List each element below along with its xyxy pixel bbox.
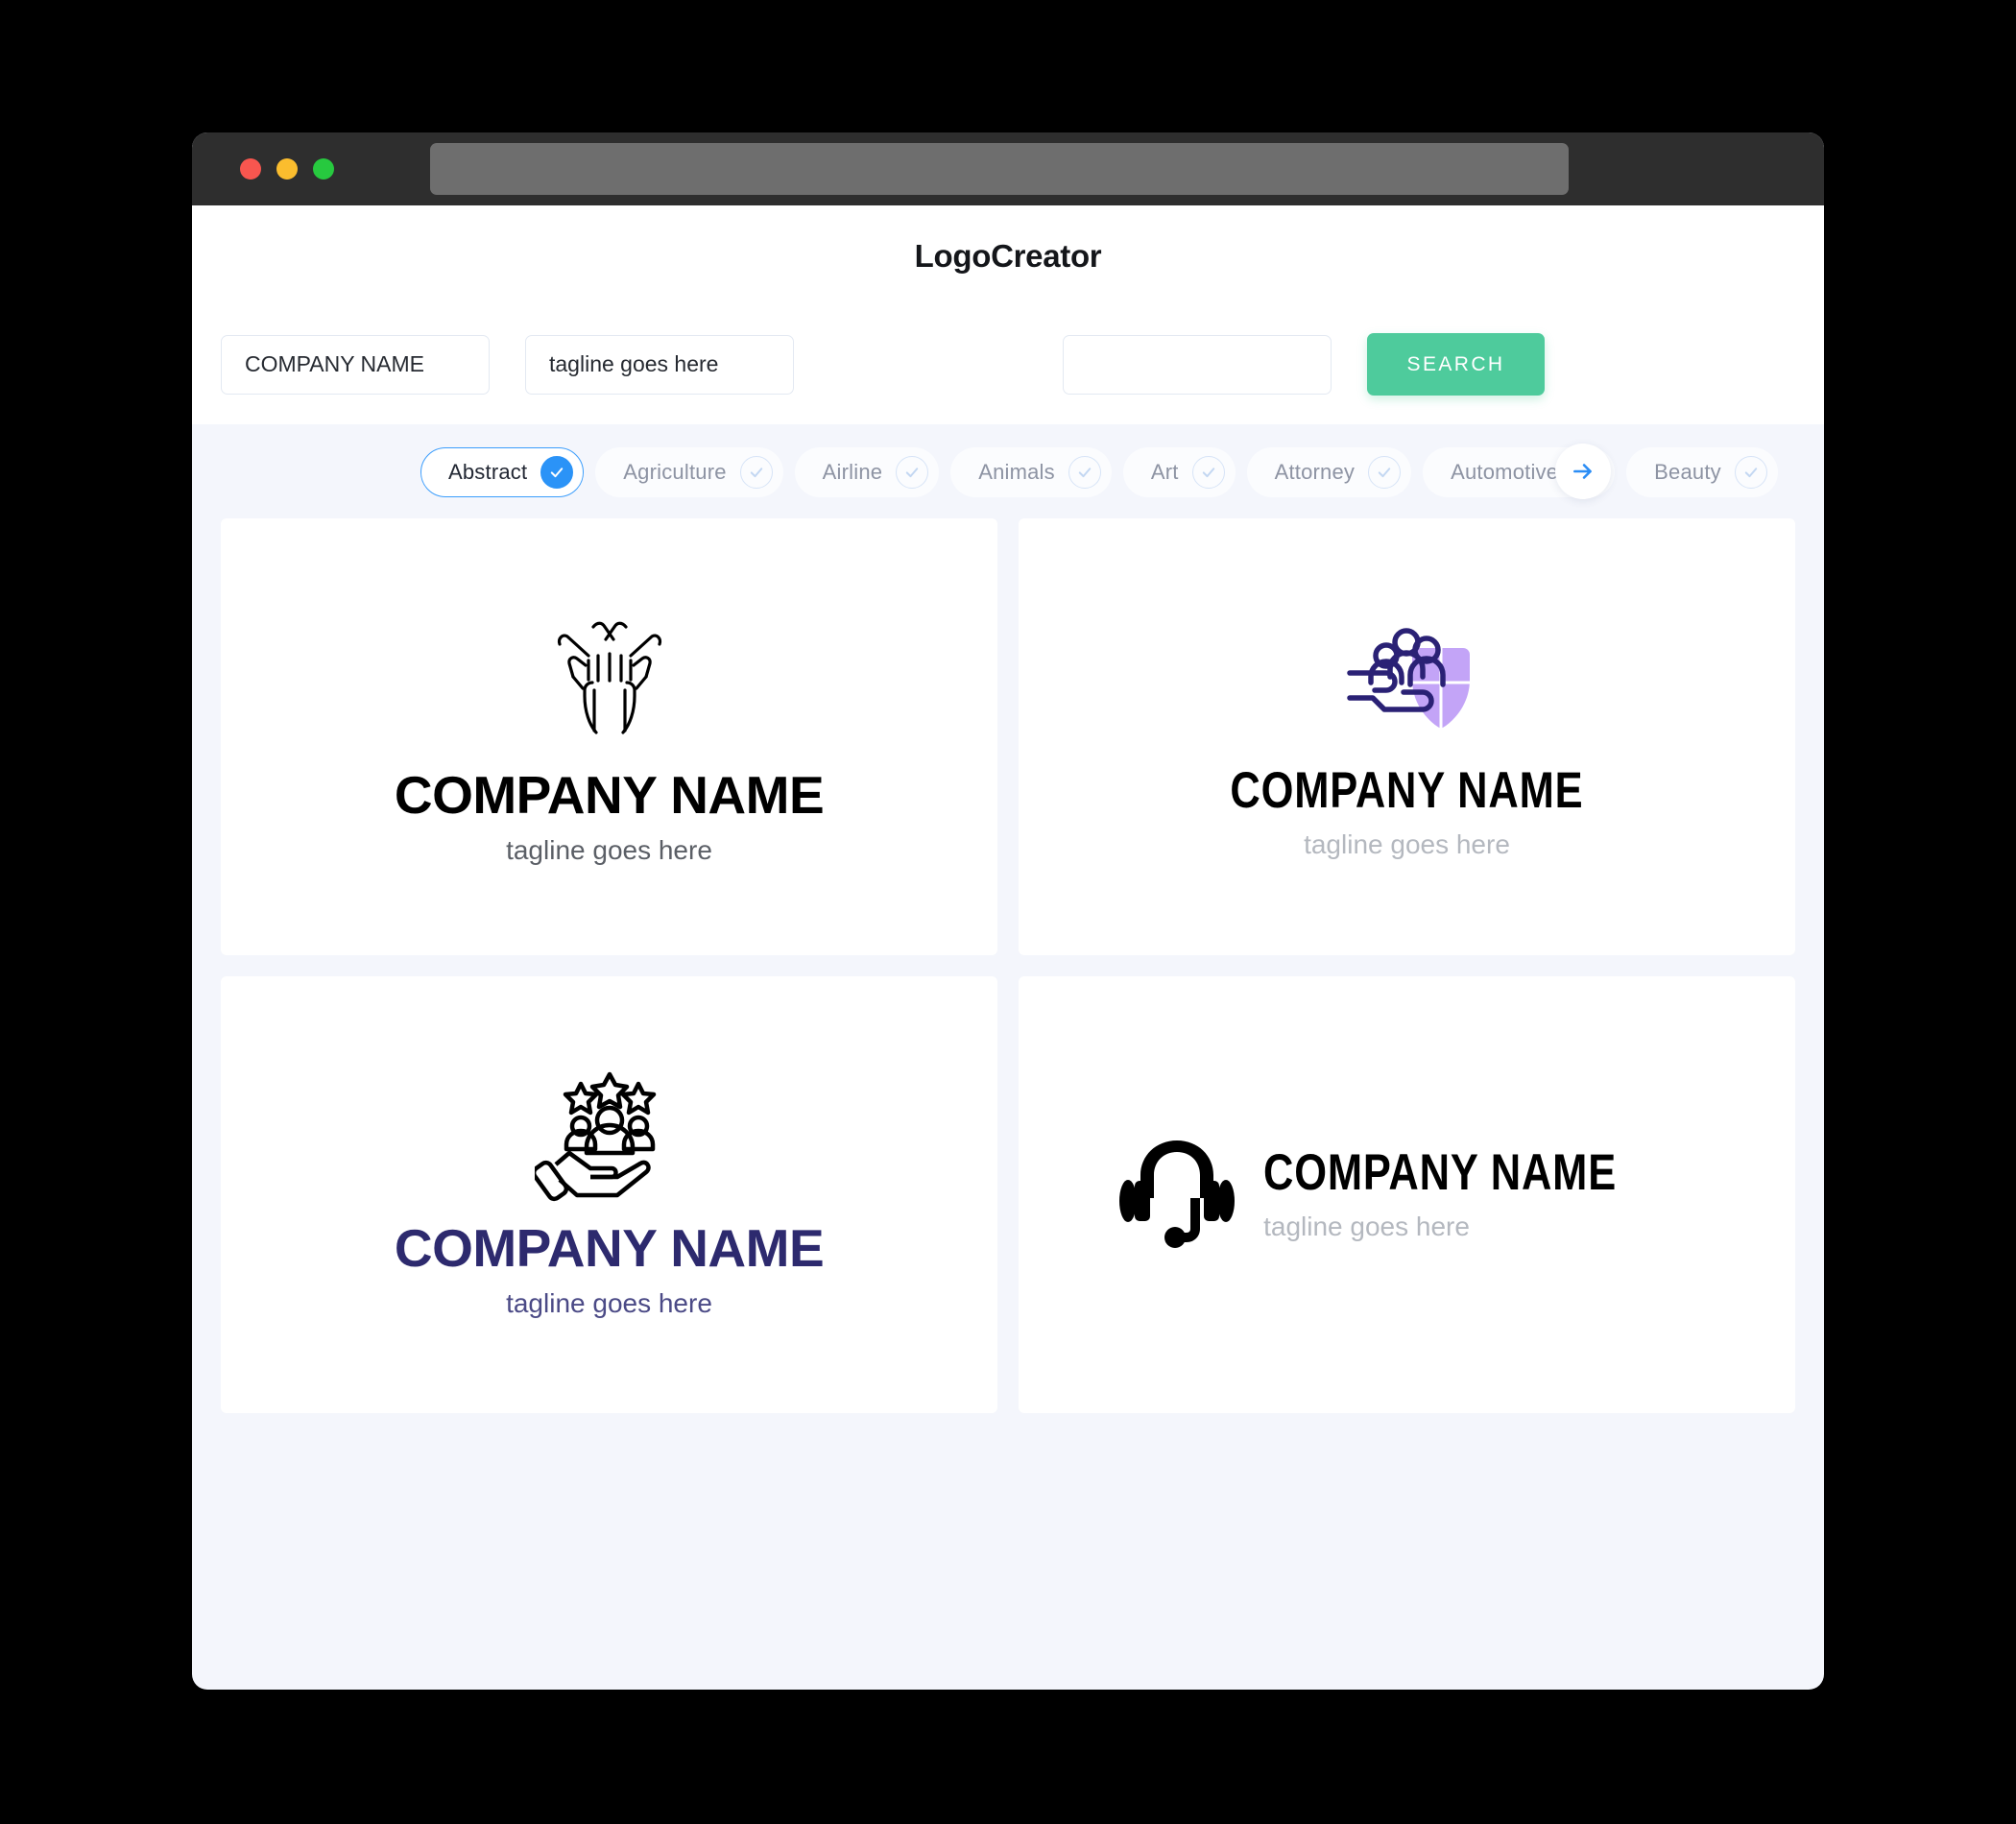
search-toolbar: SEARCH: [192, 306, 1824, 424]
maximize-window-icon[interactable]: [313, 158, 334, 180]
check-icon: [1068, 456, 1101, 489]
category-chip-agriculture[interactable]: Agriculture: [595, 447, 783, 497]
logo-tagline: tagline goes here: [1263, 1212, 1470, 1241]
tagline-input[interactable]: [525, 334, 794, 395]
logo-preview: COMPANY NAME tagline goes here: [394, 1070, 825, 1319]
arrow-right-icon: [1573, 464, 1592, 479]
category-chip-art[interactable]: Art: [1122, 447, 1236, 497]
headset-icon: [1119, 1140, 1236, 1248]
search-button[interactable]: SEARCH: [1367, 333, 1545, 396]
app-header: LogoCreator: [192, 205, 1824, 306]
chip-label: Art: [1150, 460, 1179, 484]
logo-company-name: COMPANY NAME: [394, 1218, 825, 1278]
shield-people-hand-icon: [1347, 628, 1471, 748]
logo-company-name: COMPANY NAME: [1263, 1144, 1618, 1201]
chip-label: Beauty: [1654, 460, 1721, 484]
page-root: LogoCreator SEARCH Abstract Agriculture: [0, 0, 2016, 1824]
logo-card[interactable]: COMPANY NAME tagline goes here: [221, 518, 997, 955]
check-icon: [739, 456, 773, 489]
logo-card[interactable]: COMPANY NAME tagline goes here: [1019, 976, 1795, 1413]
logo-text-block: COMPANY NAME tagline goes here: [1191, 765, 1622, 860]
browser-window: LogoCreator SEARCH Abstract Agriculture: [192, 132, 1824, 1690]
logo-tagline: tagline goes here: [1304, 829, 1510, 859]
check-icon: [896, 456, 929, 489]
page-title: LogoCreator: [914, 237, 1102, 274]
category-filter-bar: Abstract Agriculture Airline Animals Art…: [192, 424, 1824, 518]
traffic-lights: [240, 158, 334, 180]
logo-tagline: tagline goes here: [506, 1288, 712, 1318]
url-bar[interactable]: [430, 143, 1569, 195]
logo-company-name: COMPANY NAME: [394, 765, 825, 825]
chip-label: Airline: [822, 460, 883, 484]
logo-preview: COMPANY NAME tagline goes here: [1119, 1133, 1694, 1258]
hands-together-icon: [557, 621, 661, 734]
logo-preview: COMPANY NAME tagline goes here: [394, 608, 825, 866]
chip-label: Automotive: [1451, 460, 1559, 484]
check-icon: [1191, 456, 1225, 489]
company-name-input[interactable]: [221, 334, 490, 395]
category-chip-beauty[interactable]: Beauty: [1626, 447, 1778, 497]
logo-card[interactable]: COMPANY NAME tagline goes here: [221, 976, 997, 1413]
check-icon: [1368, 456, 1402, 489]
category-chip-abstract[interactable]: Abstract: [420, 447, 585, 497]
check-icon: [540, 456, 574, 489]
keyword-input[interactable]: [1063, 334, 1332, 395]
category-chip-animals[interactable]: Animals: [950, 447, 1112, 497]
logo-card[interactable]: COMPANY NAME tagline goes here: [1019, 518, 1795, 955]
logo-text-block: COMPANY NAME tagline goes here: [394, 1218, 825, 1319]
logo-tagline: tagline goes here: [506, 835, 712, 865]
chip-label: Attorney: [1274, 460, 1356, 484]
logo-text-block: COMPANY NAME tagline goes here: [1263, 1147, 1694, 1242]
logo-text-block: COMPANY NAME tagline goes here: [394, 765, 825, 866]
category-chip-airline[interactable]: Airline: [794, 447, 940, 497]
chip-label: Agriculture: [623, 460, 727, 484]
logo-company-name: COMPANY NAME: [1230, 762, 1584, 819]
check-icon: [1734, 456, 1767, 489]
chip-label: Animals: [978, 460, 1055, 484]
browser-titlebar: [192, 132, 1824, 205]
logo-results-grid: COMPANY NAME tagline goes here COMPANY N…: [192, 518, 1824, 1463]
chip-label: Abstract: [448, 460, 528, 484]
close-window-icon[interactable]: [240, 158, 261, 180]
categories-next-button[interactable]: [1555, 444, 1611, 499]
logo-preview: COMPANY NAME tagline goes here: [1191, 613, 1622, 860]
hand-people-stars-icon: [535, 1071, 657, 1202]
category-chip-attorney[interactable]: Attorney: [1246, 447, 1412, 497]
minimize-window-icon[interactable]: [276, 158, 298, 180]
